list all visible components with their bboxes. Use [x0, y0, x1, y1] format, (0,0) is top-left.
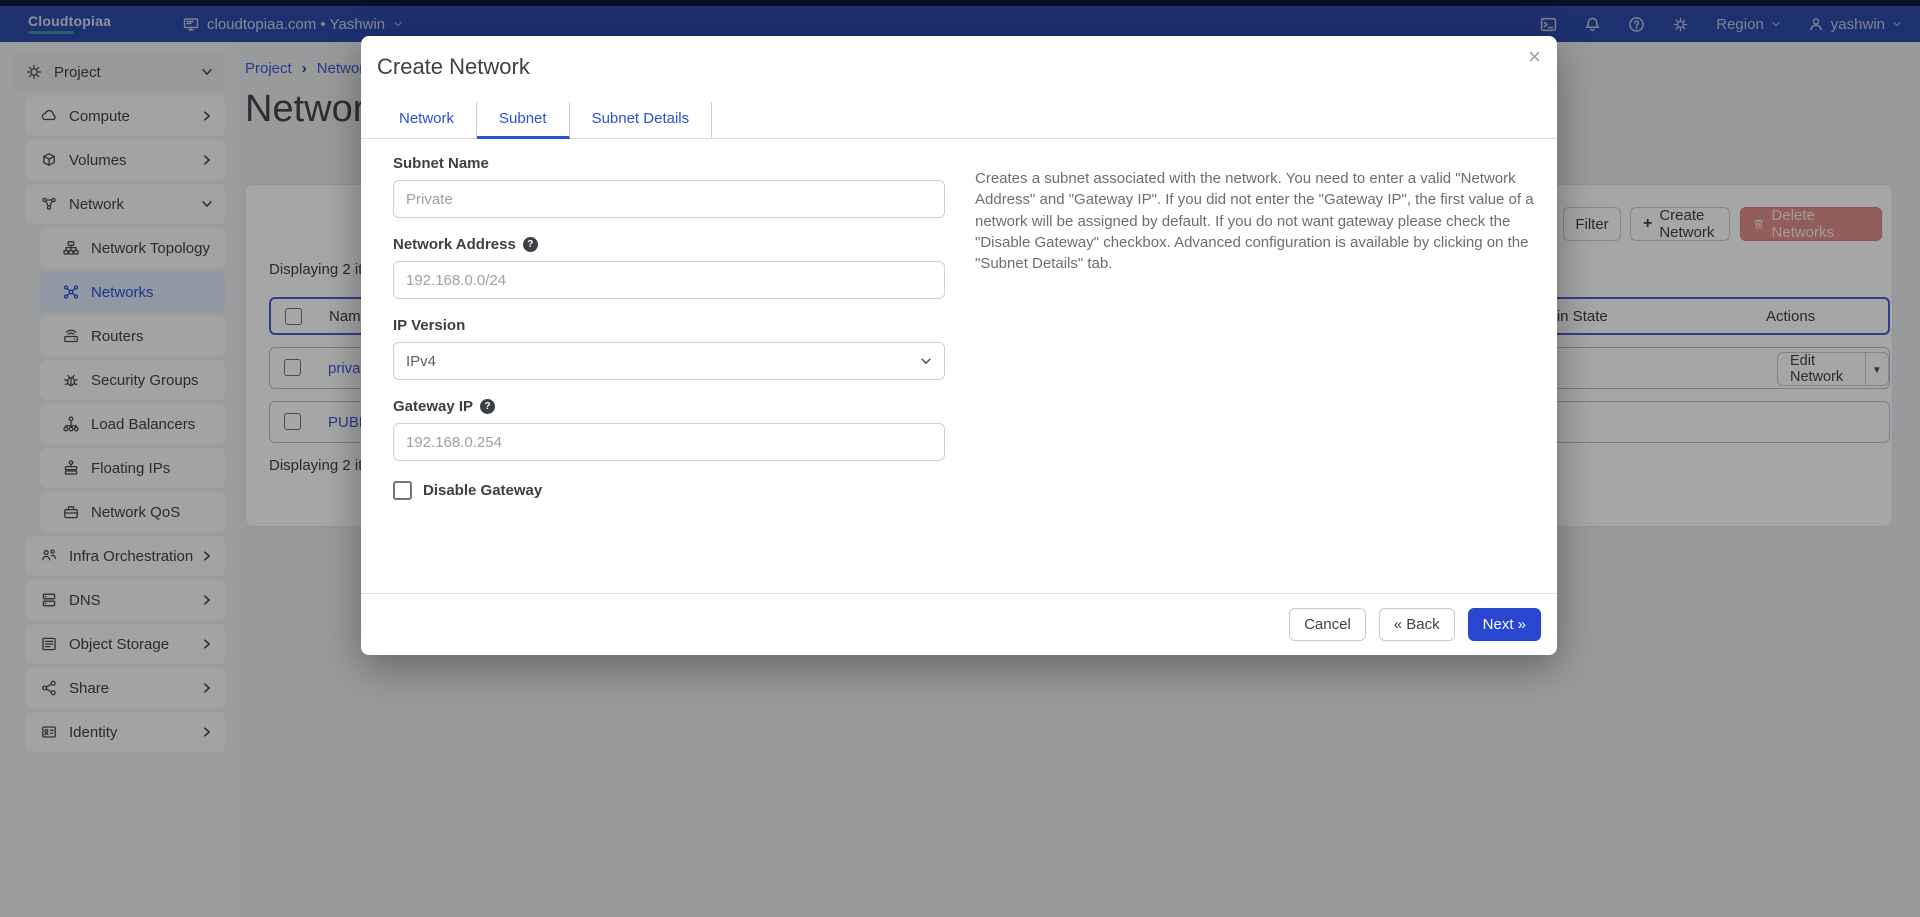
subnet-name-input[interactable] [393, 180, 945, 218]
ip-version-label: IP Version [393, 317, 945, 334]
field-help-icon[interactable]: ? [480, 399, 495, 414]
modal-header: Create Network × [361, 36, 1557, 88]
network-address-label: Network Address ? [393, 236, 945, 253]
network-address-input[interactable] [393, 261, 945, 299]
gateway-ip-input[interactable] [393, 423, 945, 461]
close-icon[interactable]: × [1528, 46, 1541, 68]
modal-tabs: Network Subnet Subnet Details [361, 102, 1557, 139]
disable-gateway-label: Disable Gateway [423, 482, 542, 499]
next-button[interactable]: Next » [1468, 608, 1541, 641]
network-address-label-text: Network Address [393, 236, 516, 253]
tab-network[interactable]: Network [377, 102, 477, 139]
create-network-modal: Create Network × Network Subnet Subnet D… [361, 36, 1557, 655]
subnet-name-label-text: Subnet Name [393, 155, 489, 172]
subnet-form: Subnet Name Network Address ? IP Version… [393, 155, 945, 593]
field-help-icon[interactable]: ? [523, 237, 538, 252]
cancel-button[interactable]: Cancel [1289, 608, 1366, 641]
subnet-name-label: Subnet Name [393, 155, 945, 172]
gateway-ip-label: Gateway IP ? [393, 398, 945, 415]
tab-subnet-details[interactable]: Subnet Details [570, 102, 713, 139]
ip-version-select[interactable]: IPv4 [393, 342, 945, 380]
modal-body: Subnet Name Network Address ? IP Version… [361, 139, 1557, 593]
disable-gateway-row: Disable Gateway [393, 481, 945, 500]
caret-down-icon [920, 355, 932, 367]
tab-subnet[interactable]: Subnet [477, 102, 570, 139]
ip-version-value: IPv4 [406, 353, 436, 370]
ip-version-label-text: IP Version [393, 317, 465, 334]
gateway-ip-label-text: Gateway IP [393, 398, 473, 415]
modal-footer: Cancel « Back Next » [361, 593, 1557, 655]
subnet-help-text: Creates a subnet associated with the net… [975, 155, 1537, 593]
modal-title: Create Network [377, 54, 1541, 80]
disable-gateway-checkbox[interactable] [393, 481, 412, 500]
back-button[interactable]: « Back [1379, 608, 1455, 641]
